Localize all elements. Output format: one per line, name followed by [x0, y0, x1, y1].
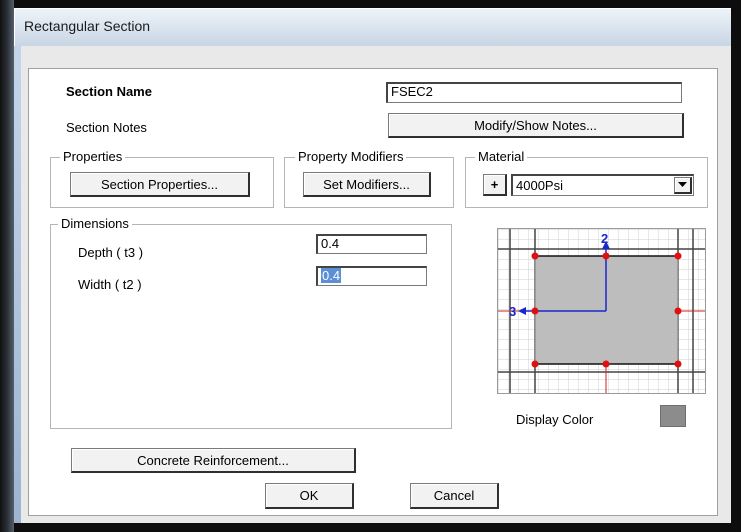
material-select[interactable]: 4000Psi [511, 174, 694, 196]
depth-input[interactable]: 0.4 [316, 234, 427, 254]
rebar-point [674, 252, 682, 260]
rebar-point [602, 360, 610, 368]
width-input[interactable]: 0.4 [316, 266, 427, 286]
dimensions-legend: Dimensions [58, 216, 132, 231]
rebar-point [674, 307, 682, 315]
section-name-label: Section Name [66, 84, 152, 99]
chevron-down-icon[interactable] [674, 177, 692, 194]
section-preview: 2 3 [497, 228, 706, 394]
axis-2-label: 2 [601, 231, 608, 246]
material-selected-value: 4000Psi [516, 178, 563, 193]
section-name-input[interactable]: FSEC2 [386, 82, 682, 103]
rebar-point [602, 252, 610, 260]
window-edge [0, 0, 14, 532]
modify-notes-button[interactable]: Modify/Show Notes... [388, 113, 684, 138]
cancel-button[interactable]: Cancel [410, 483, 499, 509]
display-color-label: Display Color [516, 412, 594, 427]
display-color-swatch[interactable] [660, 405, 686, 427]
rebar-point [674, 360, 682, 368]
width-label: Width ( t2 ) [78, 277, 142, 292]
section-notes-label: Section Notes [66, 120, 147, 135]
ok-button[interactable]: OK [265, 483, 354, 509]
material-add-button[interactable]: + [483, 174, 507, 196]
section-properties-button[interactable]: Section Properties... [70, 172, 250, 197]
property-modifiers-legend: Property Modifiers [295, 149, 407, 164]
section-preview-drawing: 2 3 [498, 229, 705, 393]
rebar-point [531, 307, 539, 315]
width-value-selected: 0.4 [321, 268, 342, 283]
properties-legend: Properties [60, 149, 126, 164]
rebar-point [531, 360, 539, 368]
dialog-edge-accent [14, 46, 21, 523]
concrete-reinforcement-button[interactable]: Concrete Reinforcement... [71, 448, 356, 473]
rebar-point [531, 252, 539, 260]
depth-label: Depth ( t3 ) [78, 245, 144, 260]
material-legend: Material [475, 149, 528, 164]
axis-3-label: 3 [509, 304, 516, 319]
window-title: Rectangular Section [24, 18, 151, 34]
set-modifiers-button[interactable]: Set Modifiers... [303, 172, 431, 197]
